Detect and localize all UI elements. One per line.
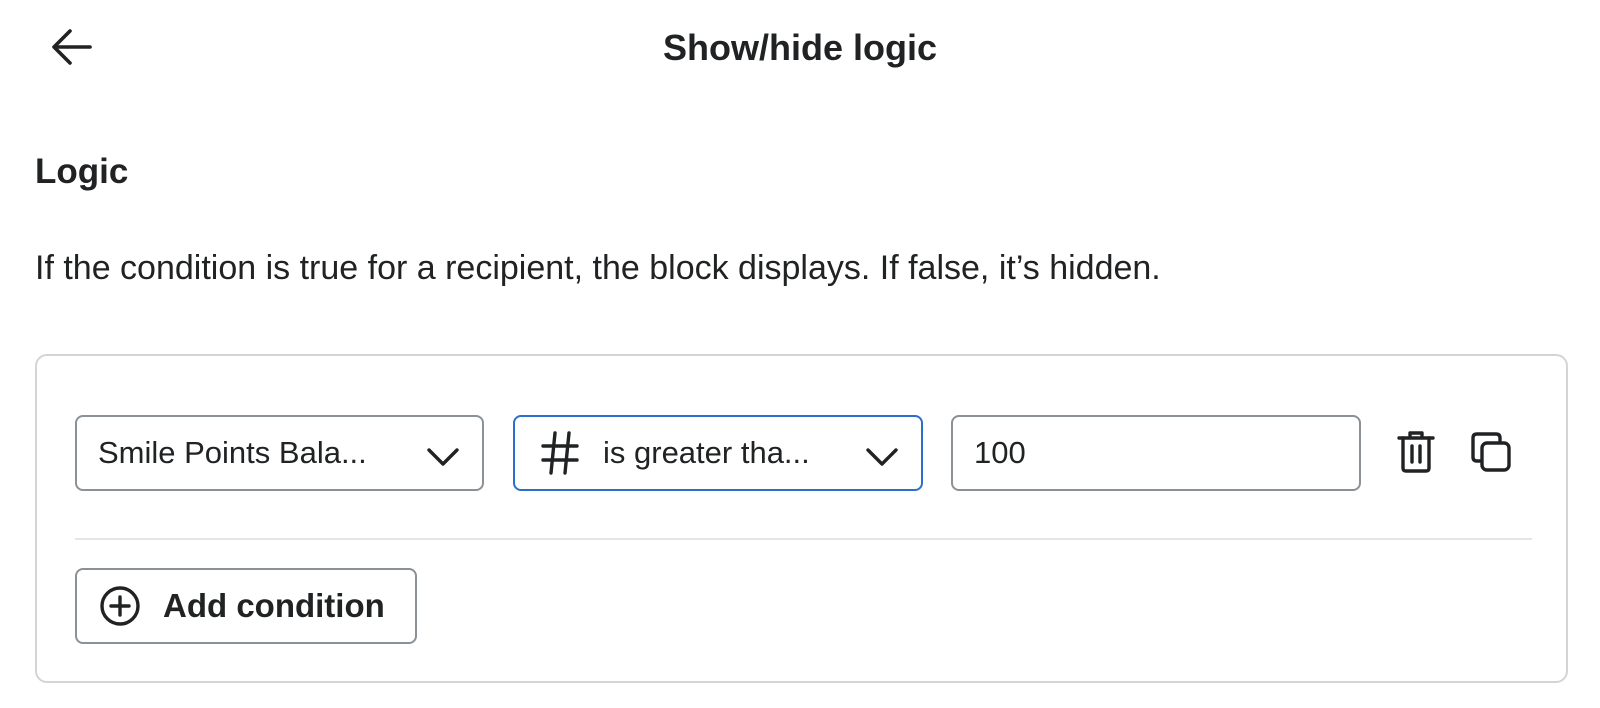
page-title: Show/hide logic: [662, 27, 937, 68]
add-condition-label: Add condition: [163, 587, 385, 624]
trash-icon: [1396, 430, 1436, 477]
property-select-value: Smile Points Bala...: [98, 435, 367, 470]
operator-select-value: is greater tha...: [603, 435, 810, 470]
duplicate-condition-button[interactable]: [1467, 429, 1515, 477]
panel-header: Show/hide logic: [0, 0, 1600, 96]
hash-icon: [541, 431, 579, 475]
section-title: Logic: [35, 152, 129, 191]
divider: [75, 538, 1532, 540]
plus-circle-icon: [99, 585, 141, 627]
chevron-down-icon: [865, 441, 899, 477]
duplicate-icon: [1470, 431, 1512, 476]
condition-card: Smile Points Bala... is greater tha... 1…: [35, 354, 1568, 683]
value-input-text: 100: [974, 435, 1026, 470]
add-condition-button[interactable]: Add condition: [75, 568, 417, 644]
show-hide-logic-panel: Show/hide logic Logic If the condition i…: [0, 0, 1600, 708]
chevron-down-icon: [426, 441, 460, 477]
delete-condition-button[interactable]: [1392, 429, 1440, 477]
section-description: If the condition is true for a recipient…: [35, 249, 1161, 287]
property-select[interactable]: Smile Points Bala...: [75, 415, 484, 491]
value-input[interactable]: 100: [951, 415, 1361, 491]
operator-select[interactable]: is greater tha...: [513, 415, 923, 491]
